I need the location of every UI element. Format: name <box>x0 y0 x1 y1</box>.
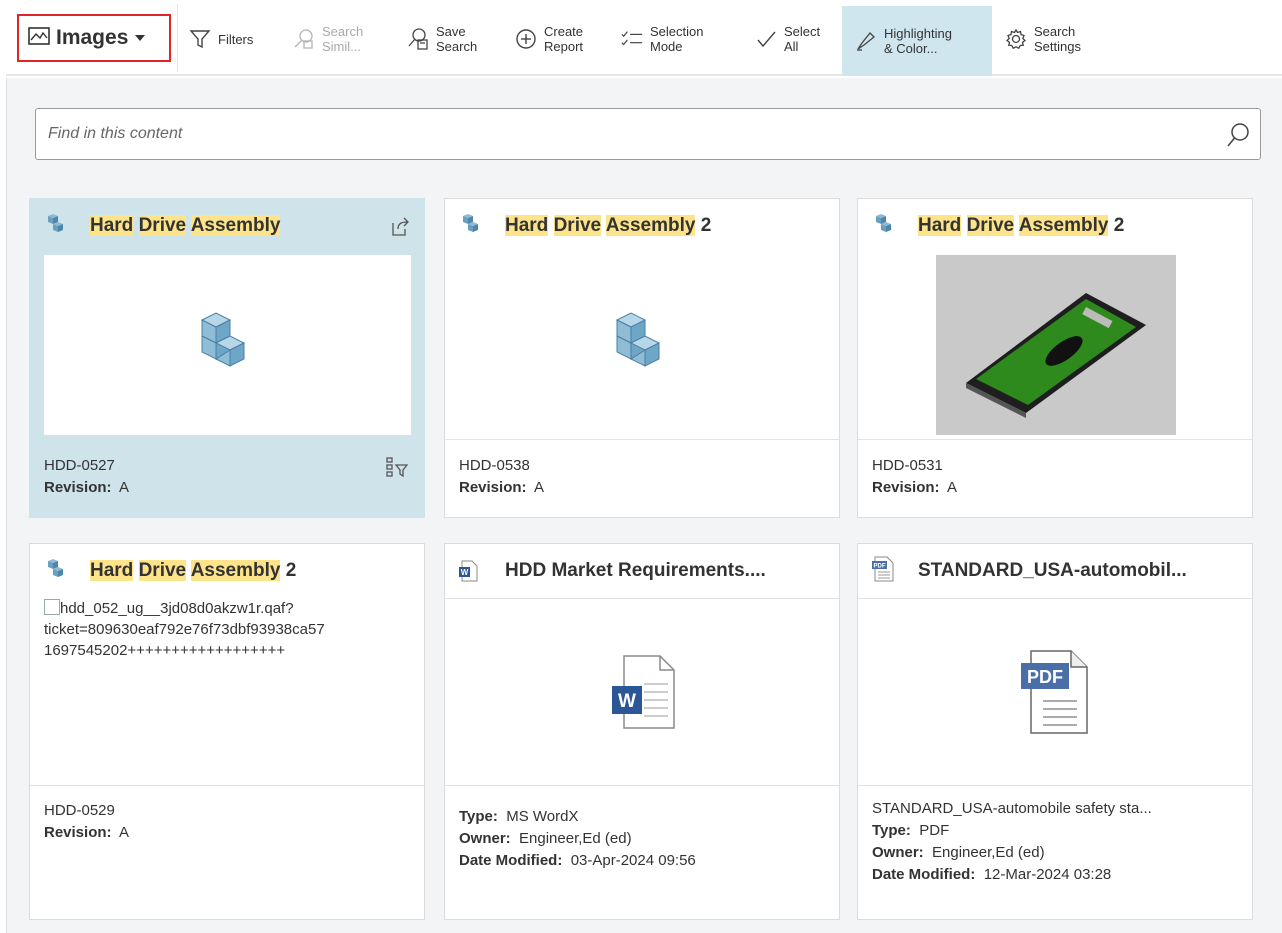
filters-button[interactable]: Filters <box>188 8 253 70</box>
selection-mode-label: Selection Mode <box>650 24 704 54</box>
result-card[interactable]: Hard Drive Assembly 2 HDD-0531 Revision:… <box>857 198 1253 518</box>
save-search-icon <box>406 27 430 51</box>
save-search-button[interactable]: Save Search <box>406 8 477 70</box>
card-divider <box>445 598 839 599</box>
assembly-cubes-icon <box>872 214 892 241</box>
card-divider <box>30 785 424 786</box>
file-name: STANDARD_USA-automobile safety sta... <box>872 800 1152 817</box>
card-title[interactable]: Hard Drive Assembly 2 <box>505 215 711 237</box>
part-number: HDD-0527 <box>44 457 115 474</box>
gear-icon <box>1004 27 1028 51</box>
result-card[interactable]: Hard Drive Assembly 2 hdd_052_ug__3jd08d… <box>29 543 425 920</box>
card-divider <box>445 439 839 440</box>
card-meta: HDD-0531 Revision: A <box>872 457 958 496</box>
search-settings-label: Search Settings <box>1034 24 1081 54</box>
revision-value: A <box>119 479 130 496</box>
broken-image-icon <box>44 599 60 615</box>
toolbar: Images Filters Search Simil... Save Sear… <box>6 0 1282 76</box>
highlighting-color-label: Highlighting & Color... <box>884 26 952 56</box>
card-meta: HDD-0538 Revision: A <box>459 457 545 496</box>
find-placeholder: Find in this content <box>48 125 183 142</box>
chevron-down-icon <box>135 35 146 41</box>
hard-drive-render-image <box>935 255 1176 435</box>
toolbar-divider <box>177 4 178 72</box>
card-title[interactable]: Hard Drive Assembly 2 <box>918 215 1124 237</box>
card-meta: HDD-0529 Revision: A <box>44 802 130 841</box>
broken-image-alt-text[interactable]: hdd_052_ug__3jd08d0akzw1r.qaf? ticket=80… <box>44 598 412 683</box>
svg-text:PDF: PDF <box>874 564 886 570</box>
card-title[interactable]: HDD Market Requirements.... <box>505 560 766 582</box>
plus-circle-icon <box>514 27 538 51</box>
result-card[interactable]: Hard Drive Assembly 2 HDD-0538 Revision:… <box>444 198 840 518</box>
card-thumbnail[interactable] <box>872 255 1239 435</box>
card-thumbnail[interactable] <box>459 255 826 435</box>
svg-text:PDF: PDF <box>1027 667 1063 687</box>
find-in-content-input[interactable]: Find in this content <box>35 108 1261 160</box>
structure-filter-icon[interactable] <box>386 457 409 484</box>
card-meta: Type: MS WordX Owner: Engineer,Ed (ed) D… <box>459 808 696 869</box>
save-search-label: Save Search <box>436 24 478 54</box>
card-title[interactable]: Hard Drive Assembly 2 <box>90 560 296 582</box>
card-title[interactable]: Hard Drive Assembly <box>90 215 281 237</box>
search-similar-label: Search Simil... <box>322 24 364 54</box>
assembly-cubes-icon <box>200 312 245 367</box>
search-settings-button[interactable]: Search Settings <box>1004 8 1081 70</box>
assembly-cubes-icon <box>44 559 64 586</box>
funnel-icon <box>188 27 212 51</box>
checklist-icon <box>620 27 644 51</box>
card-divider <box>858 785 1252 786</box>
image-icon <box>28 26 50 50</box>
card-divider <box>858 439 1252 440</box>
assembly-cubes-icon <box>615 312 660 367</box>
card-title[interactable]: STANDARD_USA-automobil... <box>918 560 1187 582</box>
card-header: PDF STANDARD_USA-automobil... <box>858 544 1252 598</box>
select-all-label: Select All <box>784 24 821 54</box>
result-card[interactable]: W HDD Market Requirements.... W Type: MS… <box>444 543 840 920</box>
search-similar-icon <box>292 27 316 51</box>
word-document-icon: W <box>459 560 479 587</box>
card-meta: STANDARD_USA-automobile safety sta... Ty… <box>872 800 1152 883</box>
select-all-button[interactable]: Select All <box>754 8 820 70</box>
card-divider <box>445 785 839 786</box>
create-report-button[interactable]: Create Report <box>514 8 583 70</box>
card-header: Hard Drive Assembly 2 <box>445 199 839 253</box>
assembly-cubes-icon <box>459 214 479 241</box>
card-header: W HDD Market Requirements.... <box>445 544 839 598</box>
pdf-document-icon: PDF <box>872 556 894 587</box>
create-report-label: Create Report <box>544 24 584 54</box>
part-number: HDD-0531 <box>872 457 943 474</box>
result-card[interactable]: PDF STANDARD_USA-automobil... PDF STANDA… <box>857 543 1253 920</box>
card-header: Hard Drive Assembly <box>30 199 424 253</box>
filters-label: Filters <box>218 31 254 47</box>
view-selector-label: Images <box>56 26 129 49</box>
card-divider <box>858 598 1252 599</box>
revision-value: A <box>119 824 130 841</box>
selection-mode-button[interactable]: Selection Mode <box>620 8 703 70</box>
svg-text:W: W <box>618 691 636 712</box>
card-thumbnail[interactable]: PDF <box>872 602 1239 782</box>
result-card[interactable]: Hard Drive Assembly HDD-0527 Revision: A <box>29 198 425 518</box>
highlighter-icon <box>854 29 878 53</box>
part-number: HDD-0538 <box>459 457 530 474</box>
card-thumbnail[interactable]: W <box>459 602 826 782</box>
results-panel: Find in this content Hard Drive Assembly… <box>6 78 1282 933</box>
revision-value: A <box>947 479 958 496</box>
svg-text:W: W <box>461 568 469 577</box>
pdf-document-icon: PDF <box>1020 650 1088 734</box>
view-selector-button[interactable]: Images <box>17 14 171 62</box>
part-number: HDD-0529 <box>44 802 115 819</box>
highlighting-color-button[interactable]: Highlighting & Color... <box>842 6 992 76</box>
open-external-icon[interactable] <box>390 217 410 242</box>
search-similar-button[interactable]: Search Simil... <box>292 8 363 70</box>
assembly-cubes-icon <box>44 214 64 241</box>
search-icon[interactable] <box>1226 122 1250 153</box>
checkmark-icon <box>754 27 778 51</box>
word-document-icon: W <box>611 655 675 729</box>
revision-value: A <box>534 479 545 496</box>
card-header: Hard Drive Assembly 2 <box>858 199 1252 253</box>
card-meta: HDD-0527 Revision: A <box>44 457 130 496</box>
card-header: Hard Drive Assembly 2 <box>30 544 424 598</box>
card-thumbnail[interactable] <box>44 255 411 435</box>
